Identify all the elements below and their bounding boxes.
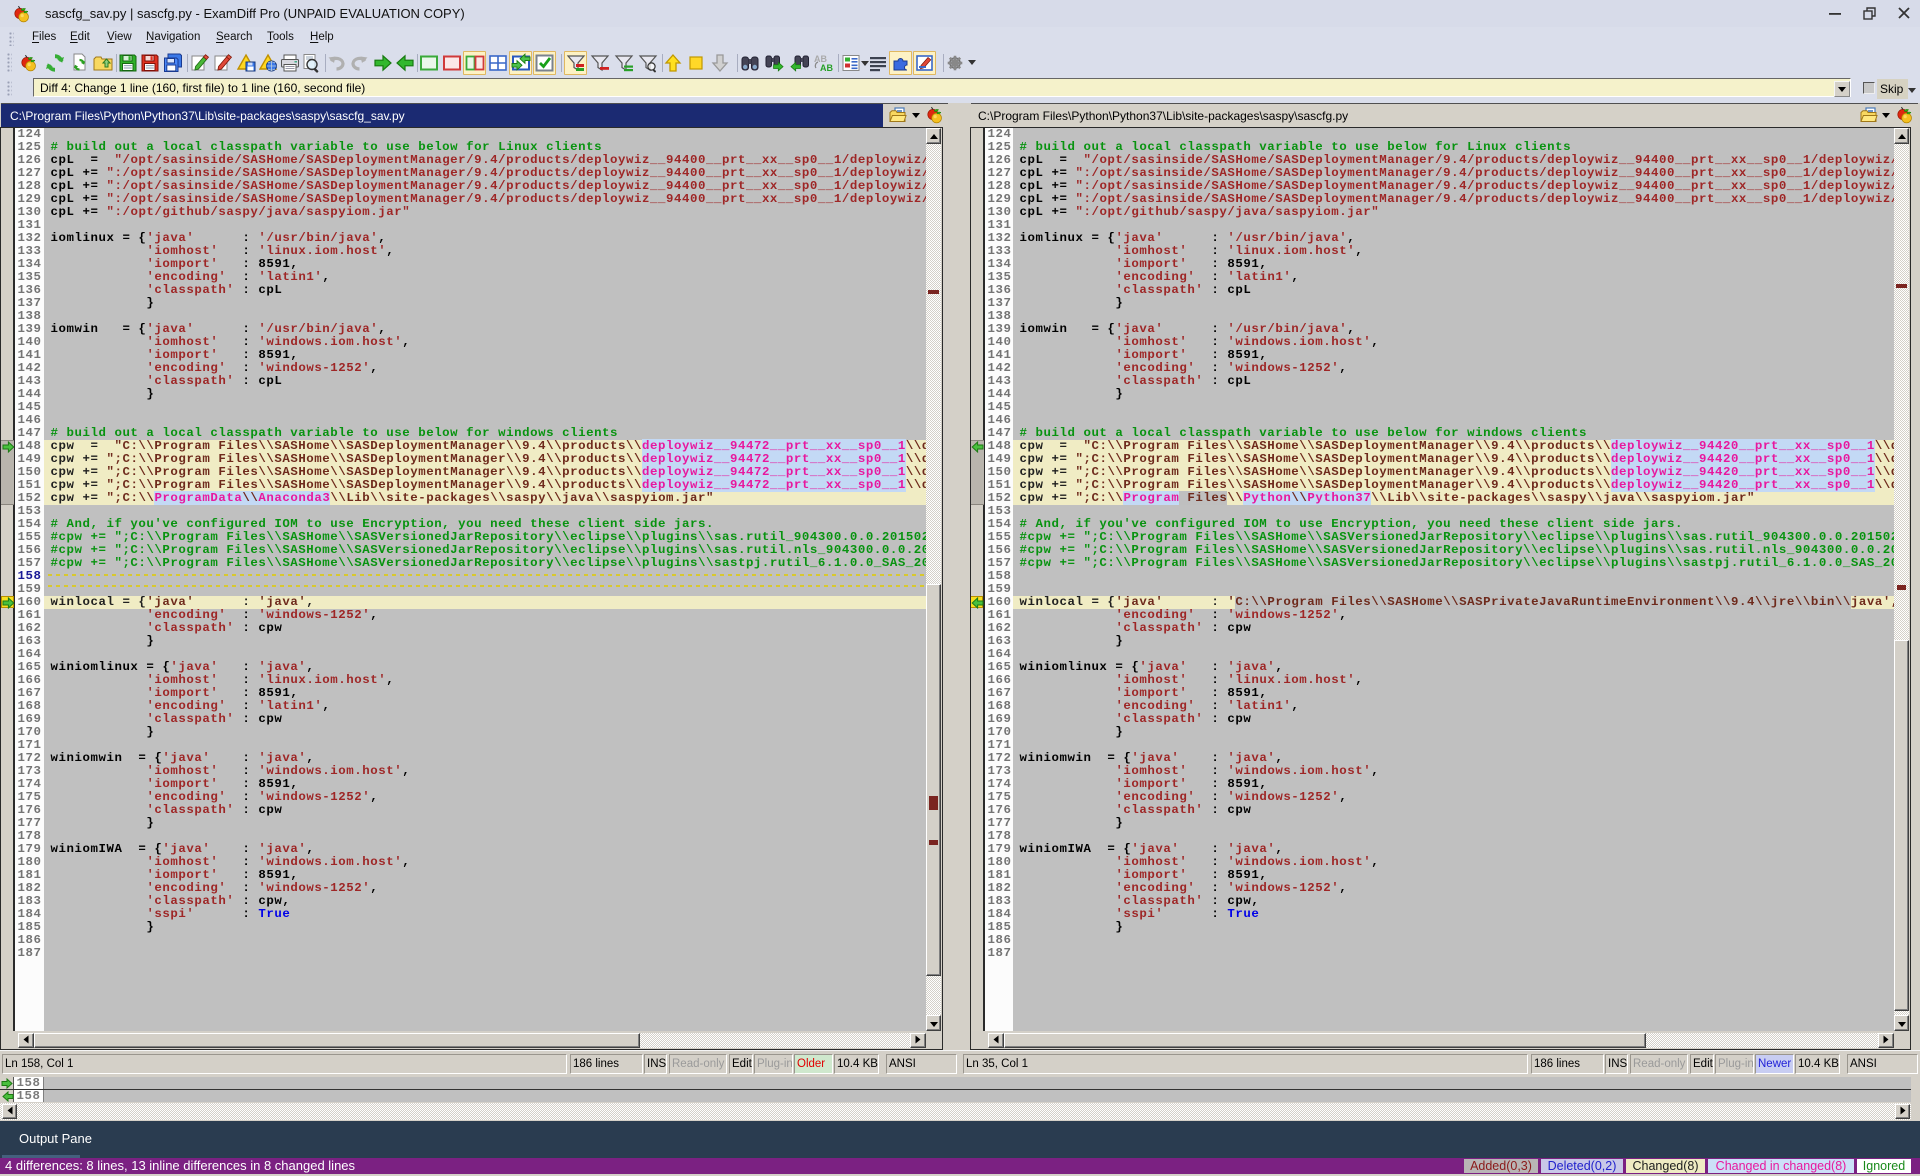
svg-text:AB: AB <box>820 63 833 73</box>
